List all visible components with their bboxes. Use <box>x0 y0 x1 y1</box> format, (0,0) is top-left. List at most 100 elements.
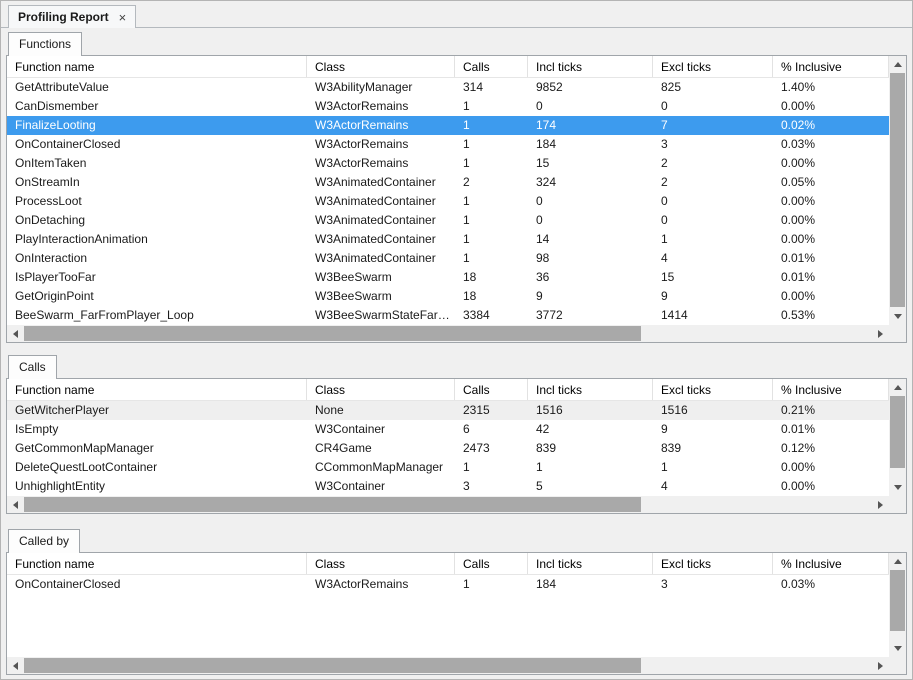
scroll-down-button[interactable] <box>889 640 906 657</box>
table-cell: 9 <box>536 289 543 303</box>
column-header[interactable]: Calls <box>455 379 528 400</box>
scroll-left-button[interactable] <box>7 657 24 674</box>
table-cell: 14 <box>536 232 550 246</box>
scrollbar-thumb[interactable] <box>890 396 905 468</box>
table-row[interactable]: DeleteQuestLootContainer CCommonMapManage… <box>7 458 889 477</box>
column-header[interactable]: Incl ticks <box>528 379 653 400</box>
table-row[interactable]: OnInteraction W3AnimatedContainer 1 98 4 0.01… <box>7 249 889 268</box>
scroll-right-icon <box>878 661 883 670</box>
column-header[interactable]: % Inclusive <box>773 379 889 400</box>
column-header[interactable]: Class <box>307 379 455 400</box>
table-row[interactable]: BeeSwarm_FarFromPlayer_Loop W3BeeSwarmSta… <box>7 306 889 325</box>
table-row[interactable]: GetOriginPoint W3BeeSwarm 18 9 9 0.00% <box>7 287 889 306</box>
column-header[interactable]: Function name <box>7 553 307 574</box>
vertical-scrollbar[interactable] <box>889 56 906 325</box>
horizontal-scrollbar[interactable] <box>7 657 889 674</box>
table-row[interactable]: IsEmpty W3Container 6 42 9 0.01% <box>7 420 889 439</box>
scroll-left-button[interactable] <box>7 496 24 513</box>
scroll-right-button[interactable] <box>872 325 889 342</box>
scrollbar-thumb[interactable] <box>24 326 642 341</box>
scroll-right-button[interactable] <box>872 496 889 513</box>
scroll-left-button[interactable] <box>7 325 24 342</box>
column-header[interactable]: Calls <box>455 56 528 77</box>
table-cell: 0.03% <box>781 577 816 591</box>
table-cell: 174 <box>536 118 557 132</box>
report-sections: Functions Function name Class Calls Incl ti… <box>1 28 912 675</box>
scroll-up-button[interactable] <box>889 56 906 73</box>
table-cell: OnStreamIn <box>15 175 80 189</box>
column-header[interactable]: Function name <box>7 379 307 400</box>
column-header[interactable]: Class <box>307 56 455 77</box>
table-cell: 4 <box>661 479 668 493</box>
table-cell: 0.21% <box>781 403 816 417</box>
table-row[interactable]: OnStreamIn W3AnimatedContainer 2 324 2 0.05% <box>7 173 889 192</box>
table-cell: UnhighlightEntity <box>15 479 106 493</box>
calls-table: Function name Class Calls Incl ticks Excl ti… <box>6 378 907 514</box>
table-cell: 1516 <box>536 403 563 417</box>
scroll-up-button[interactable] <box>889 379 906 396</box>
column-header[interactable]: Class <box>307 553 455 574</box>
column-header[interactable]: Incl ticks <box>528 56 653 77</box>
table-row[interactable]: GetCommonMapManager CR4Game 2473 839 839 0.12… <box>7 439 889 458</box>
table-cell: 15 <box>536 156 550 170</box>
table-cell: W3Container <box>315 422 386 436</box>
table-row[interactable]: IsPlayerTooFar W3BeeSwarm 18 36 15 0.01% <box>7 268 889 287</box>
tab-profiling-report[interactable]: Profiling Report × <box>8 5 137 28</box>
table-cell: IsEmpty <box>15 422 59 436</box>
table-cell: 0.05% <box>781 175 816 189</box>
table-cell: 1 <box>536 460 543 474</box>
column-header[interactable]: Excl ticks <box>653 56 773 77</box>
table-cell: 4 <box>661 251 668 265</box>
table-cell: CanDismember <box>15 99 99 113</box>
table-cell: 18 <box>463 270 477 284</box>
column-header[interactable]: % Inclusive <box>773 553 889 574</box>
table-row[interactable]: OnDetaching W3AnimatedContainer 1 0 0 0.00% <box>7 211 889 230</box>
tab-called-by[interactable]: Called by <box>8 529 81 553</box>
column-header[interactable]: Excl ticks <box>653 553 773 574</box>
scroll-up-icon <box>893 62 902 67</box>
table-cell: CR4Game <box>315 441 372 455</box>
table-cell: W3AbilityManager <box>315 80 413 94</box>
scroll-down-button[interactable] <box>889 308 906 325</box>
table-cell: 5 <box>536 479 543 493</box>
table-cell: 98 <box>536 251 550 265</box>
table-row[interactable]: CanDismember W3ActorRemains 1 0 0 0.00% <box>7 97 889 116</box>
table-row[interactable]: OnContainerClosed W3ActorRemains 1 184 3 0.03… <box>7 575 889 594</box>
calls-grid: Function name Class Calls Incl ticks Excl ti… <box>7 379 889 496</box>
table-cell: 0.00% <box>781 232 816 246</box>
table-header-row: Function name Class Calls Incl ticks Excl ti… <box>7 553 889 575</box>
table-row[interactable]: PlayInteractionAnimation W3AnimatedContai… <box>7 230 889 249</box>
scrollbar-thumb[interactable] <box>24 658 642 673</box>
table-cell: 0.00% <box>781 460 816 474</box>
table-cell: BeeSwarm_FarFromPlayer_Loop <box>15 308 194 322</box>
table-row[interactable]: UnhighlightEntity W3Container 3 5 4 0.00% <box>7 477 889 496</box>
scrollbar-thumb[interactable] <box>24 497 642 512</box>
column-header[interactable]: Calls <box>455 553 528 574</box>
column-header[interactable]: Incl ticks <box>528 553 653 574</box>
table-cell: 3 <box>463 479 470 493</box>
table-row[interactable]: GetWitcherPlayer None 2315 1516 1516 0.21% <box>7 401 889 420</box>
table-cell: 1516 <box>661 403 688 417</box>
table-row[interactable]: GetAttributeValue W3AbilityManager 314 9852… <box>7 78 889 97</box>
scroll-right-button[interactable] <box>872 657 889 674</box>
horizontal-scrollbar[interactable] <box>7 496 889 513</box>
vertical-scrollbar[interactable] <box>889 553 906 657</box>
table-cell: W3BeeSwarm <box>315 270 392 284</box>
table-row[interactable]: ProcessLoot W3AnimatedContainer 1 0 0 0.00% <box>7 192 889 211</box>
scrollbar-thumb[interactable] <box>890 73 905 307</box>
horizontal-scrollbar[interactable] <box>7 325 889 342</box>
column-header[interactable]: Function name <box>7 56 307 77</box>
table-cell: W3AnimatedContainer <box>315 175 436 189</box>
table-row[interactable]: OnContainerClosed W3ActorRemains 1 184 3 0.03… <box>7 135 889 154</box>
scroll-up-button[interactable] <box>889 553 906 570</box>
tab-functions[interactable]: Functions <box>8 32 83 56</box>
vertical-scrollbar[interactable] <box>889 379 906 496</box>
scroll-down-button[interactable] <box>889 479 906 496</box>
scrollbar-thumb[interactable] <box>890 570 905 631</box>
tab-calls[interactable]: Calls <box>8 355 57 379</box>
column-header[interactable]: Excl ticks <box>653 379 773 400</box>
table-row[interactable]: OnItemTaken W3ActorRemains 1 15 2 0.00% <box>7 154 889 173</box>
close-icon[interactable]: × <box>119 11 127 24</box>
column-header[interactable]: % Inclusive <box>773 56 889 77</box>
table-row[interactable]: FinalizeLooting W3ActorRemains 1 174 7 0.02% <box>7 116 889 135</box>
